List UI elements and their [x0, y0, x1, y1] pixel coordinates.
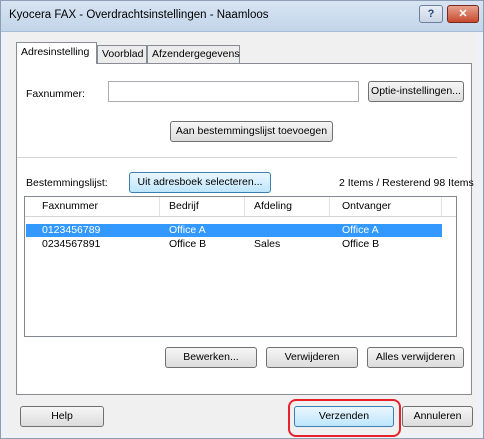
close-icon[interactable]: ✕: [447, 5, 479, 23]
tab-afzendergegevens[interactable]: Afzendergegevens: [147, 45, 240, 63]
column-divider[interactable]: [244, 197, 245, 216]
cell-recipient: Office A: [342, 224, 379, 236]
tab-adresinstelling[interactable]: Adresinstelling: [16, 42, 97, 64]
cancel-button[interactable]: Annuleren: [402, 406, 473, 427]
fax-number-label: Faxnummer:: [26, 88, 85, 100]
table-row[interactable]: 0234567891 Office B Sales Office B: [26, 238, 442, 251]
add-to-destination-list-button[interactable]: Aan bestemmingslijst toevoegen: [170, 121, 333, 142]
delete-button[interactable]: Verwijderen: [266, 347, 358, 368]
help-icon[interactable]: ?: [419, 5, 443, 23]
cell-recipient: Office B: [342, 238, 380, 250]
tab-voorblad[interactable]: Voorblad: [97, 45, 147, 63]
help-button[interactable]: Help: [20, 406, 104, 427]
options-settings-button[interactable]: Optie-instellingen...: [368, 81, 464, 102]
column-divider[interactable]: [441, 197, 442, 216]
cell-fax: 0123456789: [42, 224, 101, 236]
section-divider: [17, 157, 457, 158]
destination-list-label: Bestemmingslijst:: [26, 177, 108, 189]
list-header: Faxnummer Bedrijf Afdeling Ontvanger: [25, 197, 456, 217]
column-bedrijf[interactable]: Bedrijf: [169, 200, 199, 212]
cell-company: Office B: [169, 238, 207, 250]
cell-department: Sales: [254, 238, 281, 250]
fax-number-input[interactable]: [108, 81, 359, 102]
column-ontvanger[interactable]: Ontvanger: [342, 200, 391, 212]
delete-all-button[interactable]: Alles verwijderen: [367, 347, 464, 368]
column-faxnummer[interactable]: Faxnummer: [42, 200, 98, 212]
column-divider[interactable]: [159, 197, 160, 216]
destination-list[interactable]: Faxnummer Bedrijf Afdeling Ontvanger 012…: [24, 196, 457, 337]
title-bar[interactable]: Kyocera FAX - Overdrachtsinstellingen - …: [1, 1, 483, 32]
cell-company: Office A: [169, 224, 206, 236]
edit-button[interactable]: Bewerken...: [165, 347, 257, 368]
table-row[interactable]: 0123456789 Office A Office A: [26, 224, 442, 237]
cell-fax: 0234567891: [42, 238, 101, 250]
column-divider[interactable]: [329, 197, 330, 216]
items-count-text: 2 Items / Resterend 98 Items: [339, 177, 474, 189]
send-highlight-ring: [288, 399, 401, 437]
column-afdeling[interactable]: Afdeling: [254, 200, 292, 212]
dialog-window: Kyocera FAX - Overdrachtsinstellingen - …: [0, 0, 484, 439]
select-from-addressbook-button[interactable]: Uit adresboek selecteren...: [129, 172, 271, 193]
window-title: Kyocera FAX - Overdrachtsinstellingen - …: [9, 9, 269, 21]
